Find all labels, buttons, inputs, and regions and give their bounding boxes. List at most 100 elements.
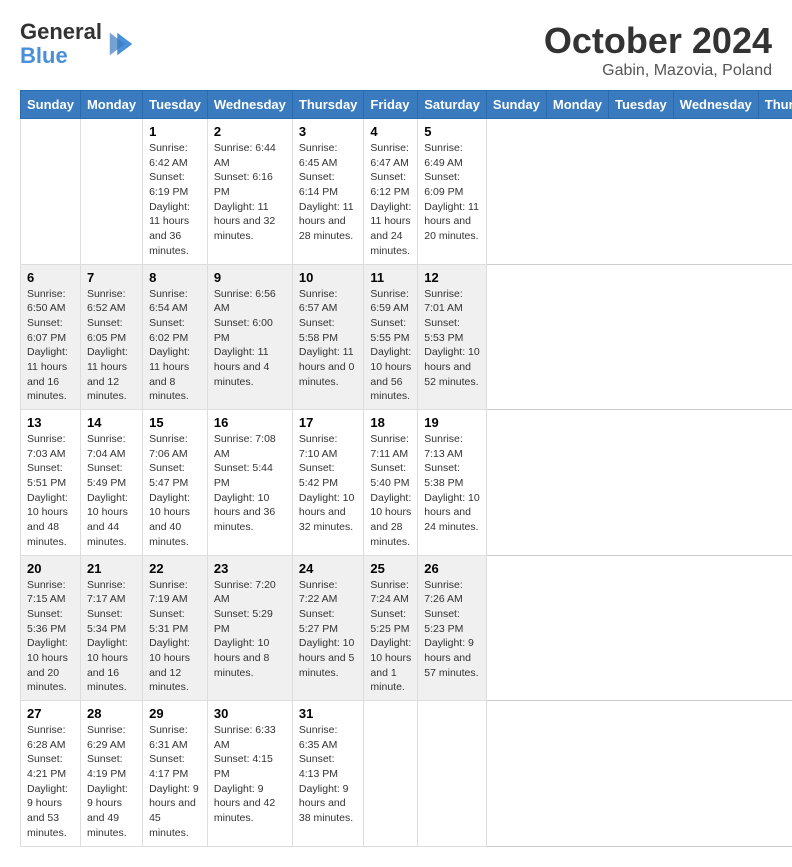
calendar-cell: 22 Sunrise: 7:19 AMSunset: 5:31 PMDayligh… xyxy=(143,555,208,701)
calendar-row-3: 13Sunrise: 7:03 AMSunset: 5:51 PMDayligh… xyxy=(21,410,792,556)
day-number: 29 xyxy=(149,706,201,721)
calendar-cell: 19 Sunrise: 7:13 AMSunset: 5:38 PMDayligh… xyxy=(418,410,487,556)
header-day-thursday: Thursday xyxy=(292,91,364,119)
calendar-cell: 27 Sunrise: 6:28 AMSunset: 4:21 PMDayligh… xyxy=(21,701,81,847)
calendar-cell: 11 Sunrise: 6:59 AMSunset: 5:55 PMDayligh… xyxy=(364,264,418,410)
day-number: 27 xyxy=(27,706,74,721)
day-number: 3 xyxy=(299,124,358,139)
day-detail: Sunrise: 7:17 AMSunset: 5:34 PMDaylight:… xyxy=(87,578,136,696)
calendar-cell: 16 Sunrise: 7:08 AMSunset: 5:44 PMDayligh… xyxy=(207,410,292,556)
calendar-cell: 6Sunrise: 6:50 AMSunset: 6:07 PMDaylight… xyxy=(21,264,81,410)
logo-text: GeneralBlue xyxy=(20,20,102,68)
day-detail: Sunrise: 6:54 AMSunset: 6:02 PMDaylight:… xyxy=(149,287,201,405)
calendar-cell: 5 Sunrise: 6:49 AMSunset: 6:09 PMDaylight… xyxy=(418,119,487,265)
calendar-cell: 7Sunrise: 6:52 AMSunset: 6:05 PMDaylight… xyxy=(80,264,142,410)
day-detail: Sunrise: 7:22 AMSunset: 5:27 PMDaylight:… xyxy=(299,578,358,681)
day-detail: Sunrise: 7:26 AMSunset: 5:23 PMDaylight:… xyxy=(424,578,480,681)
day-detail: Sunrise: 7:08 AMSunset: 5:44 PMDaylight:… xyxy=(214,432,286,535)
header-day-monday: Monday xyxy=(80,91,142,119)
day-detail: Sunrise: 6:45 AMSunset: 6:14 PMDaylight:… xyxy=(299,141,358,244)
page-header: GeneralBlue October 2024 Gabin, Mazovia,… xyxy=(20,20,772,80)
calendar-cell: 15 Sunrise: 7:06 AMSunset: 5:47 PMDayligh… xyxy=(143,410,208,556)
location: Gabin, Mazovia, Poland xyxy=(544,62,772,80)
calendar-cell: 8 Sunrise: 6:54 AMSunset: 6:02 PMDaylight… xyxy=(143,264,208,410)
calendar-cell: 26 Sunrise: 7:26 AMSunset: 5:23 PMDayligh… xyxy=(418,555,487,701)
day-detail: Sunrise: 7:19 AMSunset: 5:31 PMDaylight:… xyxy=(149,578,201,696)
day-detail: Sunrise: 7:06 AMSunset: 5:47 PMDaylight:… xyxy=(149,432,201,550)
day-detail: Sunrise: 7:13 AMSunset: 5:38 PMDaylight:… xyxy=(424,432,480,535)
day-detail: Sunrise: 7:01 AMSunset: 5:53 PMDaylight:… xyxy=(424,287,480,390)
day-number: 20 xyxy=(27,561,74,576)
day-detail: Sunrise: 6:28 AMSunset: 4:21 PMDaylight:… xyxy=(27,723,74,841)
calendar-cell xyxy=(21,119,81,265)
day-number: 13 xyxy=(27,415,74,430)
day-number: 24 xyxy=(299,561,358,576)
header-day: Sunday xyxy=(486,91,546,119)
header-day: Tuesday xyxy=(609,91,674,119)
calendar-cell: 1Sunrise: 6:42 AMSunset: 6:19 PMDaylight… xyxy=(143,119,208,265)
day-number: 22 xyxy=(149,561,201,576)
calendar-cell: 2 Sunrise: 6:44 AMSunset: 6:16 PMDaylight… xyxy=(207,119,292,265)
calendar-cell: 23Sunrise: 7:20 AMSunset: 5:29 PMDayligh… xyxy=(207,555,292,701)
day-number: 6 xyxy=(27,270,74,285)
calendar-row-5: 27 Sunrise: 6:28 AMSunset: 4:21 PMDayligh… xyxy=(21,701,792,847)
day-number: 16 xyxy=(214,415,286,430)
day-detail: Sunrise: 6:35 AMSunset: 4:13 PMDaylight:… xyxy=(299,723,358,826)
day-number: 17 xyxy=(299,415,358,430)
calendar-cell: 18Sunrise: 7:11 AMSunset: 5:40 PMDayligh… xyxy=(364,410,418,556)
day-number: 4 xyxy=(370,124,411,139)
day-number: 2 xyxy=(214,124,286,139)
day-number: 19 xyxy=(424,415,480,430)
day-number: 7 xyxy=(87,270,136,285)
day-detail: Sunrise: 7:04 AMSunset: 5:49 PMDaylight:… xyxy=(87,432,136,550)
day-number: 28 xyxy=(87,706,136,721)
day-detail: Sunrise: 6:33 AMSunset: 4:15 PMDaylight:… xyxy=(214,723,286,826)
day-number: 25 xyxy=(370,561,411,576)
day-number: 14 xyxy=(87,415,136,430)
logo-icon xyxy=(106,29,136,59)
day-detail: Sunrise: 6:44 AMSunset: 6:16 PMDaylight:… xyxy=(214,141,286,244)
calendar-cell: 31 Sunrise: 6:35 AMSunset: 4:13 PMDayligh… xyxy=(292,701,364,847)
day-number: 26 xyxy=(424,561,480,576)
day-number: 12 xyxy=(424,270,480,285)
calendar-cell: 10 Sunrise: 6:57 AMSunset: 5:58 PMDayligh… xyxy=(292,264,364,410)
logo-blue: Blue xyxy=(20,43,68,68)
day-detail: Sunrise: 6:57 AMSunset: 5:58 PMDaylight:… xyxy=(299,287,358,390)
calendar-cell xyxy=(418,701,487,847)
day-number: 9 xyxy=(214,270,286,285)
day-number: 30 xyxy=(214,706,286,721)
calendar-row-1: 1Sunrise: 6:42 AMSunset: 6:19 PMDaylight… xyxy=(21,119,792,265)
calendar-cell: 13Sunrise: 7:03 AMSunset: 5:51 PMDayligh… xyxy=(21,410,81,556)
day-number: 15 xyxy=(149,415,201,430)
calendar-cell: 29 Sunrise: 6:31 AMSunset: 4:17 PMDayligh… xyxy=(143,701,208,847)
day-detail: Sunrise: 6:59 AMSunset: 5:55 PMDaylight:… xyxy=(370,287,411,405)
day-detail: Sunrise: 6:56 AMSunset: 6:00 PMDaylight:… xyxy=(214,287,286,390)
header-day: Thursday xyxy=(758,91,792,119)
calendar-cell: 24 Sunrise: 7:22 AMSunset: 5:27 PMDayligh… xyxy=(292,555,364,701)
calendar-cell: 14 Sunrise: 7:04 AMSunset: 5:49 PMDayligh… xyxy=(80,410,142,556)
header-day-saturday: Saturday xyxy=(418,91,487,119)
calendar-cell: 28Sunrise: 6:29 AMSunset: 4:19 PMDayligh… xyxy=(80,701,142,847)
header-day-wednesday: Wednesday xyxy=(207,91,292,119)
calendar-cell: 12 Sunrise: 7:01 AMSunset: 5:53 PMDayligh… xyxy=(418,264,487,410)
calendar-cell: 4 Sunrise: 6:47 AMSunset: 6:12 PMDaylight… xyxy=(364,119,418,265)
header-day-tuesday: Tuesday xyxy=(143,91,208,119)
calendar-cell xyxy=(80,119,142,265)
calendar-cell: 9 Sunrise: 6:56 AMSunset: 6:00 PMDaylight… xyxy=(207,264,292,410)
month-title: October 2024 xyxy=(544,20,772,62)
day-detail: Sunrise: 6:31 AMSunset: 4:17 PMDaylight:… xyxy=(149,723,201,841)
day-number: 21 xyxy=(87,561,136,576)
day-detail: Sunrise: 6:47 AMSunset: 6:12 PMDaylight:… xyxy=(370,141,411,259)
day-number: 11 xyxy=(370,270,411,285)
calendar-cell: 21 Sunrise: 7:17 AMSunset: 5:34 PMDayligh… xyxy=(80,555,142,701)
header-day-friday: Friday xyxy=(364,91,418,119)
day-number: 10 xyxy=(299,270,358,285)
day-number: 8 xyxy=(149,270,201,285)
day-number: 31 xyxy=(299,706,358,721)
calendar-cell: 30 Sunrise: 6:33 AMSunset: 4:15 PMDayligh… xyxy=(207,701,292,847)
day-detail: Sunrise: 6:49 AMSunset: 6:09 PMDaylight:… xyxy=(424,141,480,244)
calendar-row-2: 6Sunrise: 6:50 AMSunset: 6:07 PMDaylight… xyxy=(21,264,792,410)
header-day: Monday xyxy=(546,91,608,119)
day-number: 23 xyxy=(214,561,286,576)
day-number: 5 xyxy=(424,124,480,139)
